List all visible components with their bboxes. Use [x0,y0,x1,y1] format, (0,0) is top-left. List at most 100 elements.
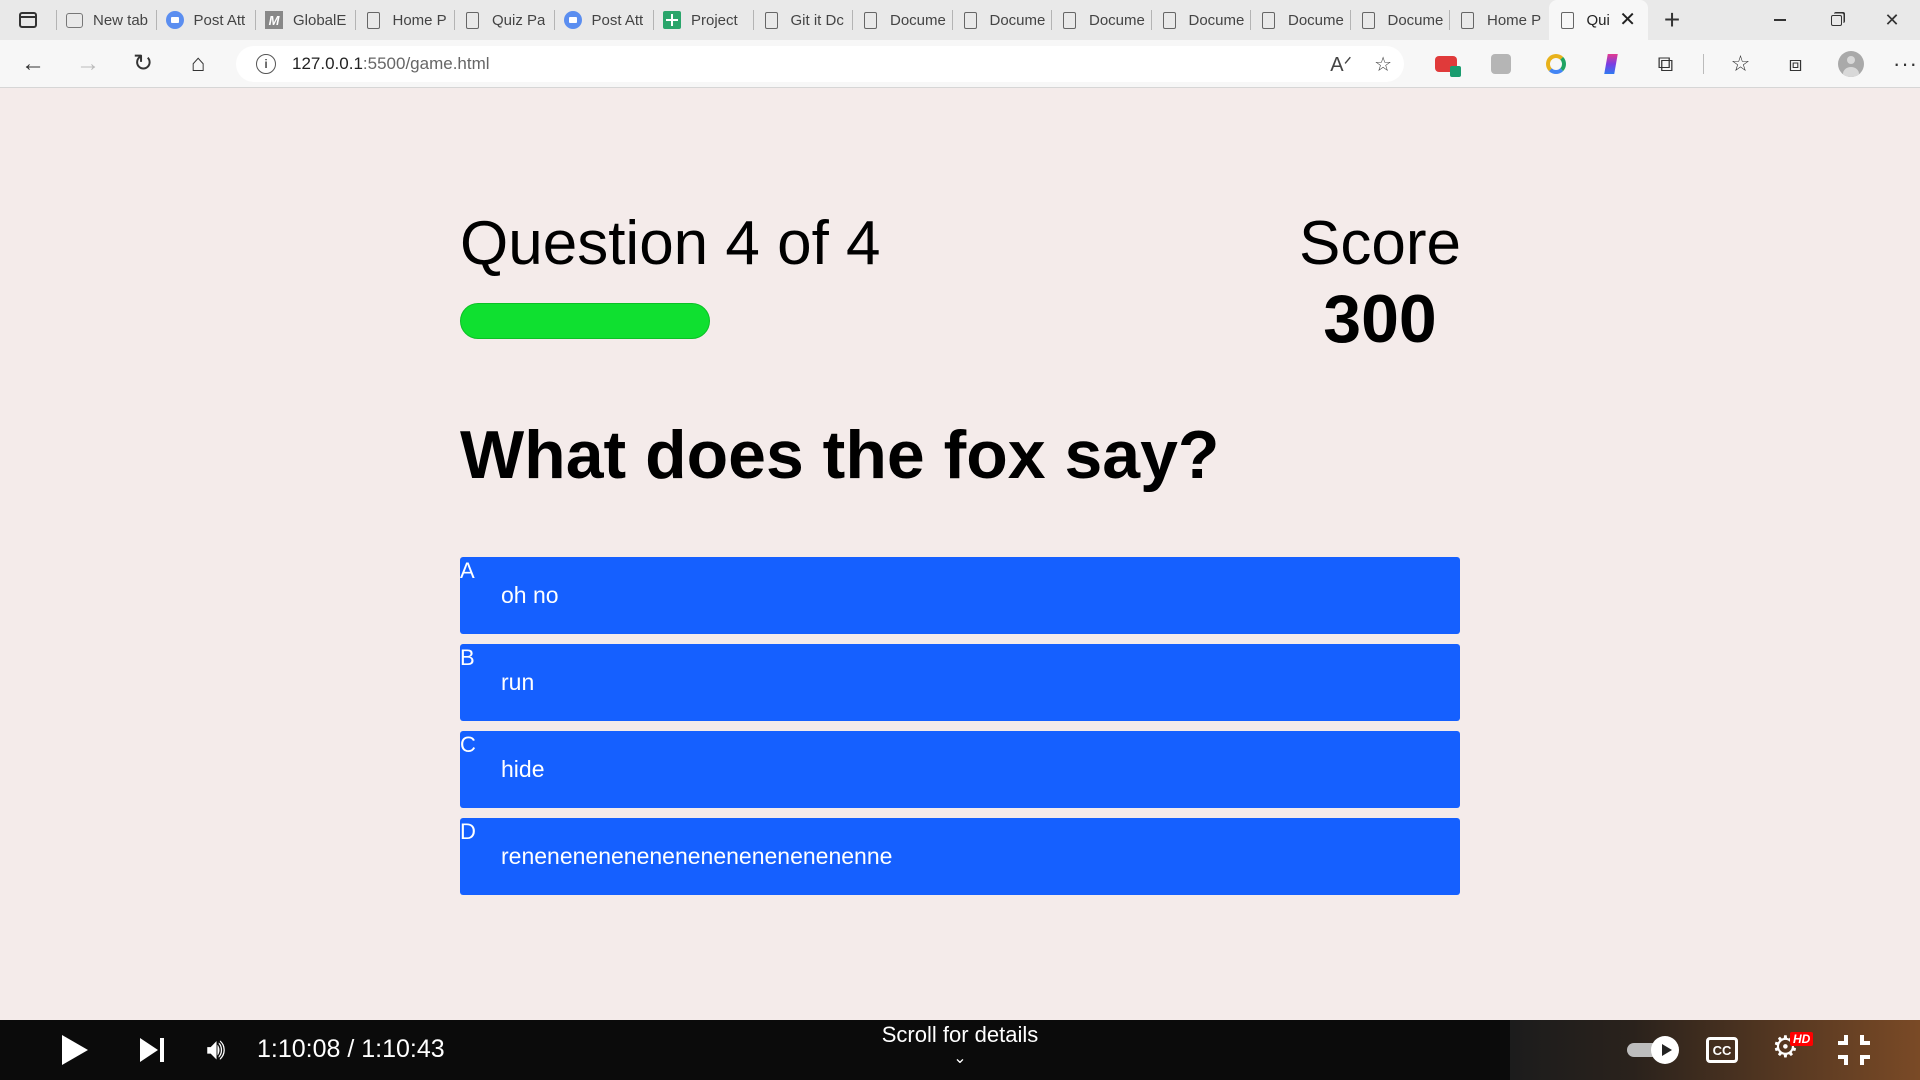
browser-tab-strip: New tab Post Att M GlobalE Home P Quiz Pa… [0,0,1920,40]
favorites-button[interactable]: ☆ [1713,46,1768,82]
tab-home-p-1[interactable]: Home P [354,0,455,40]
question-progress-text: Question 4 of 4 [460,209,881,278]
hd-badge: HD [1790,1032,1814,1046]
tab-label: Qui [1586,11,1610,29]
read-aloud-icon[interactable]: Aᐟ [1330,52,1352,77]
tab-active-quiz[interactable]: Qui ✕ [1548,0,1648,40]
autoplay-play-icon [1651,1036,1679,1064]
close-tab-icon[interactable]: ✕ [1613,10,1642,30]
document-icon [1262,11,1275,29]
choice-text: hide [501,756,545,782]
choice-b[interactable]: B run [460,644,1460,721]
tab-label: Git it Dc [790,11,844,29]
toolbar-divider [1693,46,1713,82]
settings-menu-button[interactable]: ··· [1878,46,1920,82]
avatar [1837,51,1864,77]
play-button[interactable] [55,1020,95,1080]
document-icon [1461,11,1474,29]
puzzle-icon: ⧉ [1657,51,1674,76]
volume-icon: 🔊︎ [206,1033,226,1066]
tab-actions-button[interactable] [0,0,56,40]
choice-text: renenenenenenenenenenenenenenne [501,843,893,869]
reload-button[interactable]: ↻ [121,46,165,82]
back-button[interactable]: ← [11,46,55,82]
collections-button[interactable]: ⧈ [1768,46,1823,82]
extension-button[interactable] [1473,46,1528,82]
choice-prefix: B [460,645,475,670]
extension-button[interactable] [1418,46,1473,82]
document-icon [1162,11,1176,29]
tab-label: Docume [1288,11,1344,29]
forward-button[interactable]: → [66,46,110,82]
tab-document-4[interactable]: Docume [1150,0,1251,40]
tab-project[interactable]: Project [653,0,753,40]
tab-document-3[interactable]: Docume [1051,0,1151,40]
autoplay-toggle[interactable] [1627,1036,1685,1064]
tab-document-6[interactable]: Docume [1349,0,1450,40]
zoom-icon [165,11,184,29]
tab-home-p-2[interactable]: Home P [1449,0,1549,40]
extension-button[interactable] [1583,46,1638,82]
choice-prefix: D [460,819,476,844]
tab-post-att-2[interactable]: Post Att [553,0,654,40]
extensions-toolbar: ⧉ ☆ ⧈ ··· [1418,46,1920,82]
site-info-icon[interactable]: i [256,54,276,74]
url-host: 127.0.0.1 [292,54,363,73]
browser-toolbar: ← → ↻ ⌂ i 127.0.0.1:5500/game.html Aᐟ ☆ … [0,40,1920,88]
choice-text: run [501,669,535,695]
choice-d[interactable]: D renenenenenenenenenenenenenenne [460,818,1460,895]
profile-button[interactable] [1823,46,1878,82]
choice-prefix: A [460,558,475,583]
exit-fullscreen-button[interactable] [1838,1035,1870,1065]
progress-bar [460,303,710,339]
choice-c[interactable]: C hide [460,731,1460,808]
zoom-icon [563,11,582,29]
settings-button[interactable]: ⚙ HD [1772,1030,1816,1070]
tab-git-it[interactable]: Git it Dc [752,0,853,40]
tab-list: New tab Post Att M GlobalE Home P Quiz Pa… [56,0,1648,40]
home-button[interactable]: ⌂ [176,46,220,82]
restore-button[interactable] [1808,0,1864,40]
next-icon [140,1038,164,1062]
window-icon [66,12,83,28]
video-timecode: 1:10:08 / 1:10:43 [257,1035,445,1063]
tab-post-att-1[interactable]: Post Att [155,0,256,40]
scroll-for-details[interactable]: Scroll for details ⌄ [760,1022,1160,1067]
tab-document-5[interactable]: Docume [1250,0,1350,40]
tab-label: GlobalE [293,11,347,29]
close-window-button[interactable]: ✕ [1864,0,1920,40]
favorites-icon: ☆ [1730,51,1751,76]
tab-label: Docume [989,11,1046,29]
choice-list: A oh no B run C hide D renenenenenenenen… [460,557,1460,905]
extension-gray-icon [1490,54,1511,74]
tab-quiz-pa[interactable]: Quiz Pa [454,0,554,40]
address-bar[interactable]: i 127.0.0.1:5500/game.html Aᐟ ☆ [236,46,1404,82]
next-button[interactable] [135,1020,169,1080]
tab-label: Post Att [591,11,644,29]
url-text[interactable]: 127.0.0.1:5500/game.html [292,54,490,74]
volume-button[interactable]: 🔊︎ [196,1020,236,1080]
captions-button[interactable]: CC [1706,1037,1738,1063]
extensions-button[interactable]: ⧉ [1638,46,1693,82]
tab-new-tab[interactable]: New tab [56,0,156,40]
tab-label: Post Att [193,11,246,29]
choice-a[interactable]: A oh no [460,557,1460,634]
score-label: Score [1299,209,1461,278]
m-logo-icon: M [265,11,283,29]
document-icon [366,11,380,29]
document-icon [466,11,479,29]
tab-document-1[interactable]: Docume [852,0,952,40]
tab-label: Home P [1487,11,1542,29]
tab-globale[interactable]: M GlobalE [255,0,355,40]
tab-label: Docume [1089,11,1145,29]
add-favorite-icon[interactable]: ☆ [1374,52,1392,77]
extension-red-icon [1434,56,1461,77]
tab-label: New tab [93,11,149,29]
address-bar-actions: Aᐟ ☆ [1330,52,1392,77]
document-icon [864,11,877,29]
document-icon [764,11,778,29]
extension-button[interactable] [1528,46,1583,82]
minimize-button[interactable] [1752,0,1808,40]
tab-document-2[interactable]: Docume [951,0,1052,40]
new-tab-button[interactable]: + [1652,0,1692,40]
